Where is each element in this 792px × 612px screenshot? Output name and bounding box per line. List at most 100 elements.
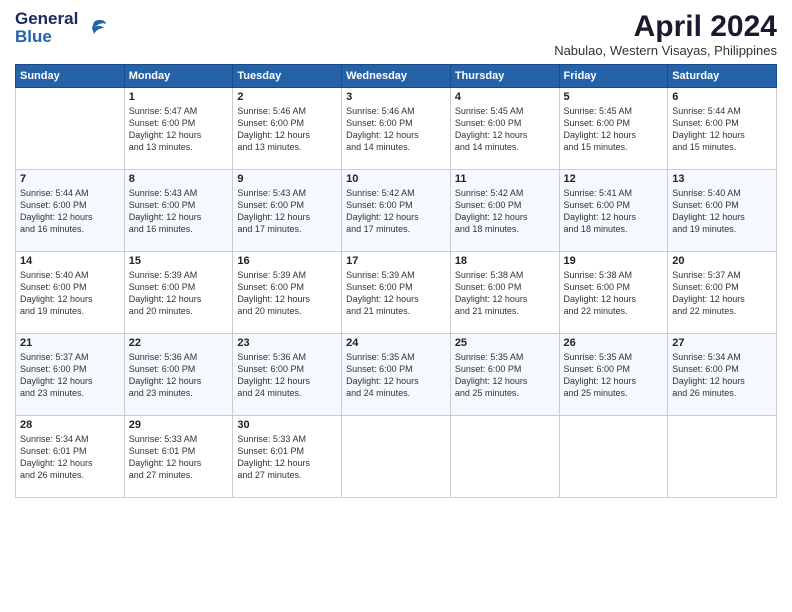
cell-info: Sunrise: 5:34 AM Sunset: 6:01 PM Dayligh… — [20, 433, 120, 482]
cell-info: Sunrise: 5:37 AM Sunset: 6:00 PM Dayligh… — [672, 269, 772, 318]
cell-info: Sunrise: 5:39 AM Sunset: 6:00 PM Dayligh… — [346, 269, 446, 318]
cell-info: Sunrise: 5:39 AM Sunset: 6:00 PM Dayligh… — [129, 269, 229, 318]
header-cell-wednesday: Wednesday — [342, 65, 451, 88]
cell-info: Sunrise: 5:46 AM Sunset: 6:00 PM Dayligh… — [346, 105, 446, 154]
calendar-cell: 28 Sunrise: 5:34 AM Sunset: 6:01 PM Dayli… — [16, 416, 125, 498]
header-cell-monday: Monday — [124, 65, 233, 88]
day-number: 24 — [346, 337, 446, 349]
day-number: 28 — [20, 419, 120, 431]
calendar-cell: 19Sunrise: 5:38 AM Sunset: 6:00 PM Dayli… — [559, 252, 668, 334]
header-cell-saturday: Saturday — [668, 65, 777, 88]
calendar-cell — [450, 416, 559, 498]
day-number: 7 — [20, 173, 120, 185]
day-number: 2 — [237, 91, 337, 103]
calendar-cell: 26 Sunrise: 5:35 AM Sunset: 6:00 PM Dayli… — [559, 334, 668, 416]
cell-info: Sunrise: 5:33 AM Sunset: 6:01 PM Dayligh… — [237, 433, 337, 482]
cell-info: Sunrise: 5:45 AM Sunset: 6:00 PM Dayligh… — [564, 105, 664, 154]
day-number: 21 — [20, 337, 120, 349]
cell-info: Sunrise: 5:33 AM Sunset: 6:01 PM Dayligh… — [129, 433, 229, 482]
calendar-cell: 10Sunrise: 5:42 AM Sunset: 6:00 PM Dayli… — [342, 170, 451, 252]
title-block: April 2024 Nabulao, Western Visayas, Phi… — [554, 10, 777, 58]
day-number: 14 — [20, 255, 120, 267]
calendar-cell — [16, 88, 125, 170]
calendar-cell: 4 Sunrise: 5:45 AM Sunset: 6:00 PM Daylig… — [450, 88, 559, 170]
cell-info: Sunrise: 5:35 AM Sunset: 6:00 PM Dayligh… — [346, 351, 446, 400]
cell-info: Sunrise: 5:44 AM Sunset: 6:00 PM Dayligh… — [672, 105, 772, 154]
week-row-1: 1Sunrise: 5:47 AM Sunset: 6:00 PM Daylig… — [16, 88, 777, 170]
week-row-5: 28 Sunrise: 5:34 AM Sunset: 6:01 PM Dayli… — [16, 416, 777, 498]
calendar-cell: 25 Sunrise: 5:35 AM Sunset: 6:00 PM Dayli… — [450, 334, 559, 416]
cell-info: Sunrise: 5:43 AM Sunset: 6:00 PM Dayligh… — [237, 187, 337, 236]
day-number: 29 — [129, 419, 229, 431]
cell-info: Sunrise: 5:37 AM Sunset: 6:00 PM Dayligh… — [20, 351, 120, 400]
week-row-3: 14 Sunrise: 5:40 AM Sunset: 6:00 PM Dayli… — [16, 252, 777, 334]
day-number: 13 — [672, 173, 772, 185]
cell-info: Sunrise: 5:35 AM Sunset: 6:00 PM Dayligh… — [564, 351, 664, 400]
cell-info: Sunrise: 5:45 AM Sunset: 6:00 PM Dayligh… — [455, 105, 555, 154]
calendar-cell: 1Sunrise: 5:47 AM Sunset: 6:00 PM Daylig… — [124, 88, 233, 170]
header-cell-tuesday: Tuesday — [233, 65, 342, 88]
calendar-cell: 17 Sunrise: 5:39 AM Sunset: 6:00 PM Dayli… — [342, 252, 451, 334]
calendar-cell: 11 Sunrise: 5:42 AM Sunset: 6:00 PM Dayli… — [450, 170, 559, 252]
cell-info: Sunrise: 5:42 AM Sunset: 6:00 PM Dayligh… — [346, 187, 446, 236]
cell-info: Sunrise: 5:46 AM Sunset: 6:00 PM Dayligh… — [237, 105, 337, 154]
day-number: 5 — [564, 91, 664, 103]
cell-info: Sunrise: 5:35 AM Sunset: 6:00 PM Dayligh… — [455, 351, 555, 400]
logo: General Blue — [15, 10, 108, 46]
calendar-cell: 15 Sunrise: 5:39 AM Sunset: 6:00 PM Dayli… — [124, 252, 233, 334]
day-number: 25 — [455, 337, 555, 349]
day-number: 20 — [672, 255, 772, 267]
cell-info: Sunrise: 5:36 AM Sunset: 6:00 PM Dayligh… — [129, 351, 229, 400]
cell-info: Sunrise: 5:43 AM Sunset: 6:00 PM Dayligh… — [129, 187, 229, 236]
location: Nabulao, Western Visayas, Philippines — [554, 43, 777, 58]
day-number: 12 — [564, 173, 664, 185]
calendar-cell: 12 Sunrise: 5:41 AM Sunset: 6:00 PM Dayli… — [559, 170, 668, 252]
calendar-cell: 6 Sunrise: 5:44 AM Sunset: 6:00 PM Daylig… — [668, 88, 777, 170]
cell-info: Sunrise: 5:38 AM Sunset: 6:00 PM Dayligh… — [455, 269, 555, 318]
cell-info: Sunrise: 5:47 AM Sunset: 6:00 PM Dayligh… — [129, 105, 229, 154]
day-number: 15 — [129, 255, 229, 267]
cell-info: Sunrise: 5:36 AM Sunset: 6:00 PM Dayligh… — [237, 351, 337, 400]
day-number: 6 — [672, 91, 772, 103]
calendar-cell: 20 Sunrise: 5:37 AM Sunset: 6:00 PM Dayli… — [668, 252, 777, 334]
cell-info: Sunrise: 5:39 AM Sunset: 6:00 PM Dayligh… — [237, 269, 337, 318]
day-number: 27 — [672, 337, 772, 349]
day-number: 30 — [237, 419, 337, 431]
header-cell-thursday: Thursday — [450, 65, 559, 88]
month-title: April 2024 — [554, 10, 777, 43]
calendar-cell: 2 Sunrise: 5:46 AM Sunset: 6:00 PM Daylig… — [233, 88, 342, 170]
logo-line1: General — [15, 10, 78, 28]
cell-info: Sunrise: 5:41 AM Sunset: 6:00 PM Dayligh… — [564, 187, 664, 236]
calendar-cell: 5 Sunrise: 5:45 AM Sunset: 6:00 PM Daylig… — [559, 88, 668, 170]
day-number: 18 — [455, 255, 555, 267]
calendar-cell: 23Sunrise: 5:36 AM Sunset: 6:00 PM Dayli… — [233, 334, 342, 416]
day-number: 16 — [237, 255, 337, 267]
day-number: 19 — [564, 255, 664, 267]
cell-info: Sunrise: 5:34 AM Sunset: 6:00 PM Dayligh… — [672, 351, 772, 400]
calendar-cell — [559, 416, 668, 498]
calendar-cell — [668, 416, 777, 498]
cell-info: Sunrise: 5:40 AM Sunset: 6:00 PM Dayligh… — [20, 269, 120, 318]
day-number: 17 — [346, 255, 446, 267]
calendar-cell: 14 Sunrise: 5:40 AM Sunset: 6:00 PM Dayli… — [16, 252, 125, 334]
calendar-cell: 21 Sunrise: 5:37 AM Sunset: 6:00 PM Dayli… — [16, 334, 125, 416]
day-number: 8 — [129, 173, 229, 185]
calendar-cell: 9Sunrise: 5:43 AM Sunset: 6:00 PM Daylig… — [233, 170, 342, 252]
day-number: 11 — [455, 173, 555, 185]
week-row-4: 21 Sunrise: 5:37 AM Sunset: 6:00 PM Dayli… — [16, 334, 777, 416]
calendar-cell: 24 Sunrise: 5:35 AM Sunset: 6:00 PM Dayli… — [342, 334, 451, 416]
cell-info: Sunrise: 5:40 AM Sunset: 6:00 PM Dayligh… — [672, 187, 772, 236]
cell-info: Sunrise: 5:42 AM Sunset: 6:00 PM Dayligh… — [455, 187, 555, 236]
day-number: 4 — [455, 91, 555, 103]
header: General Blue April 2024 Nabulao, Western… — [15, 10, 777, 58]
calendar-cell: 30 Sunrise: 5:33 AM Sunset: 6:01 PM Dayli… — [233, 416, 342, 498]
header-cell-friday: Friday — [559, 65, 668, 88]
calendar-table: SundayMondayTuesdayWednesdayThursdayFrid… — [15, 64, 777, 498]
week-row-2: 7 Sunrise: 5:44 AM Sunset: 6:00 PM Daylig… — [16, 170, 777, 252]
logo-bird-icon — [80, 14, 108, 42]
day-number: 26 — [564, 337, 664, 349]
calendar-cell — [342, 416, 451, 498]
calendar-cell: 22Sunrise: 5:36 AM Sunset: 6:00 PM Dayli… — [124, 334, 233, 416]
cell-info: Sunrise: 5:44 AM Sunset: 6:00 PM Dayligh… — [20, 187, 120, 236]
calendar-cell: 29 Sunrise: 5:33 AM Sunset: 6:01 PM Dayli… — [124, 416, 233, 498]
